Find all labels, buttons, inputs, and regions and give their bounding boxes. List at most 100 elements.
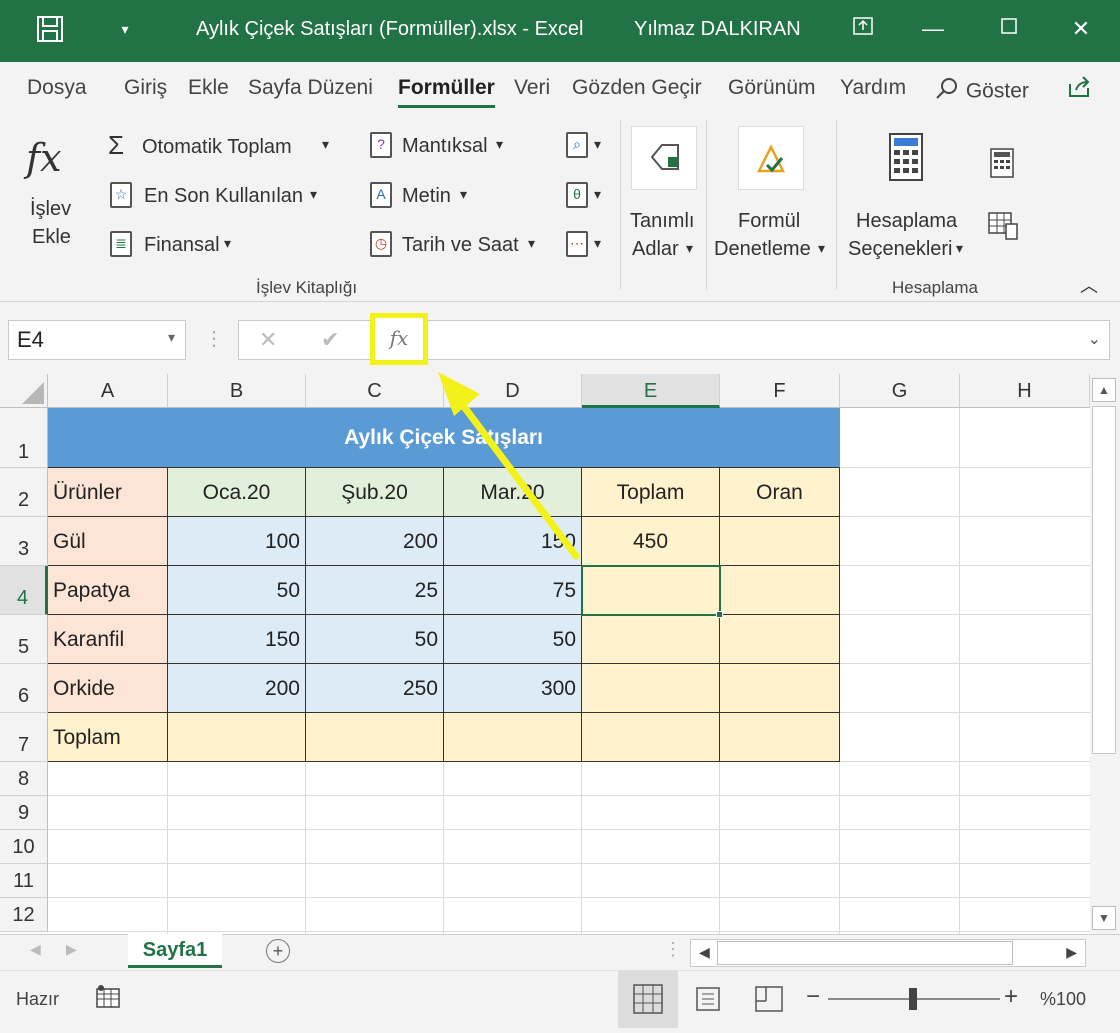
more-functions-button[interactable]: ⋯ ▾ <box>564 231 610 263</box>
tab-page-layout[interactable]: Sayfa Düzeni <box>248 76 373 100</box>
date-time-button[interactable]: ◷ Tarih ve Saat ▾ <box>366 231 546 263</box>
zoom-level[interactable]: %100 <box>1040 989 1086 1010</box>
accessibility-icon[interactable] <box>94 983 122 1016</box>
row-header-4[interactable]: 4 <box>0 566 48 615</box>
splitter-icon[interactable]: ⋮ <box>664 939 682 960</box>
cell-f2[interactable]: Oran <box>720 468 840 517</box>
ribbon-display-options-icon[interactable] <box>848 14 878 46</box>
autosum-button[interactable]: Σ Otomatik Toplam ▾ <box>106 130 346 164</box>
add-sheet-icon[interactable]: + <box>266 939 290 963</box>
cell-e7[interactable] <box>582 713 720 762</box>
quick-access-dropdown-icon[interactable]: ▾ <box>110 14 140 44</box>
insert-function-button[interactable]: fx İşlev Ekle <box>18 130 84 260</box>
row-header-3[interactable]: 3 <box>0 517 48 566</box>
tab-file[interactable]: Dosya <box>27 76 87 100</box>
zoom-slider-thumb[interactable] <box>909 988 917 1010</box>
user-name[interactable]: Yılmaz DALKIRAN <box>634 18 801 41</box>
select-all-corner[interactable] <box>0 374 48 408</box>
name-box[interactable]: E4 ▾ <box>8 320 186 360</box>
cell-a6[interactable]: Orkide <box>48 664 168 713</box>
scroll-up-icon[interactable]: ▲ <box>1092 378 1116 402</box>
cell-a7[interactable]: Toplam <box>48 713 168 762</box>
column-header-f[interactable]: F <box>720 374 840 408</box>
enter-icon[interactable]: ✔ <box>321 327 339 353</box>
minimize-icon[interactable]: — <box>918 14 948 44</box>
sheet-next-icon[interactable]: ▶ <box>66 941 77 958</box>
cell-f3[interactable] <box>720 517 840 566</box>
cell-e6[interactable] <box>582 664 720 713</box>
formula-auditing-button[interactable]: Formül Denetleme ▾ <box>712 124 832 264</box>
row-header-9[interactable]: 9 <box>0 796 48 830</box>
cell-c4[interactable]: 25 <box>306 566 444 615</box>
tab-insert[interactable]: Ekle <box>188 76 229 100</box>
cell-c7[interactable] <box>306 713 444 762</box>
logical-button[interactable]: ? Mantıksal ▾ <box>366 132 516 164</box>
defined-names-button[interactable]: Tanımlı Adlar ▾ <box>628 124 700 264</box>
scroll-right-icon[interactable]: ▶ <box>1066 944 1077 961</box>
cell-b3[interactable]: 100 <box>168 517 306 566</box>
sheet-prev-icon[interactable]: ◀ <box>30 941 41 958</box>
row-header-10[interactable]: 10 <box>0 830 48 864</box>
cell-c5[interactable]: 50 <box>306 615 444 664</box>
expand-formula-bar-icon[interactable]: ⌄ <box>1088 329 1101 349</box>
scroll-down-icon[interactable]: ▼ <box>1092 906 1116 930</box>
page-layout-view-icon[interactable] <box>694 985 722 1018</box>
row-header-6[interactable]: 6 <box>0 664 48 713</box>
financial-button[interactable]: ≣ Finansal ▾ <box>106 231 266 263</box>
row-header-5[interactable]: 5 <box>0 615 48 664</box>
row-header-8[interactable]: 8 <box>0 762 48 796</box>
cell-d7[interactable] <box>444 713 582 762</box>
text-button[interactable]: A Metin ▾ <box>366 182 486 214</box>
cell-d6[interactable]: 300 <box>444 664 582 713</box>
cell-e3[interactable]: 450 <box>582 517 720 566</box>
column-header-h[interactable]: H <box>960 374 1090 408</box>
tab-help[interactable]: Yardım <box>840 76 906 100</box>
save-icon[interactable] <box>32 14 68 52</box>
cell-b2[interactable]: Oca.20 <box>168 468 306 517</box>
sheet-tab-sayfa1[interactable]: Sayfa1 <box>128 934 222 968</box>
row-header-11[interactable]: 11 <box>0 864 48 898</box>
normal-view-icon[interactable] <box>618 971 678 1028</box>
collapse-ribbon-icon[interactable]: ︿ <box>1080 272 1098 298</box>
tab-home[interactable]: Giriş <box>124 76 167 100</box>
row-header-12[interactable]: 12 <box>0 898 48 932</box>
cell-b6[interactable]: 200 <box>168 664 306 713</box>
drag-handle-icon[interactable]: ⋮ <box>204 326 224 351</box>
math-trig-button[interactable]: θ ▾ <box>564 182 610 214</box>
recently-used-button[interactable]: ☆ En Son Kullanılan ▾ <box>106 182 346 214</box>
cell-d4[interactable]: 75 <box>444 566 582 615</box>
horizontal-scroll-thumb[interactable] <box>717 941 1013 965</box>
column-header-b[interactable]: B <box>168 374 306 408</box>
zoom-out-icon[interactable]: − <box>806 983 820 1011</box>
cell-f4[interactable] <box>720 566 840 615</box>
cell-e2[interactable]: Toplam <box>582 468 720 517</box>
cell-f7[interactable] <box>720 713 840 762</box>
cell-a4[interactable]: Papatya <box>48 566 168 615</box>
tab-data[interactable]: Veri <box>514 76 550 100</box>
share-icon[interactable] <box>1064 72 1098 106</box>
cancel-icon[interactable]: ✕ <box>259 327 277 353</box>
calculate-sheet-icon[interactable] <box>988 212 1018 245</box>
horizontal-scrollbar[interactable]: ◀ ▶ <box>690 939 1086 967</box>
cell-a5[interactable]: Karanfil <box>48 615 168 664</box>
column-header-a[interactable]: A <box>48 374 168 408</box>
page-break-view-icon[interactable] <box>754 985 784 1018</box>
cell-d5[interactable]: 50 <box>444 615 582 664</box>
maximize-icon[interactable] <box>994 14 1024 44</box>
tab-review[interactable]: Gözden Geçir <box>572 76 702 100</box>
row-header-1[interactable]: 1 <box>0 408 48 468</box>
tell-me-search[interactable]: Göster <box>934 76 1029 108</box>
cell-a3[interactable]: Gül <box>48 517 168 566</box>
cell-b7[interactable] <box>168 713 306 762</box>
row-header-2[interactable]: 2 <box>0 468 48 517</box>
cell-c6[interactable]: 250 <box>306 664 444 713</box>
cell-f6[interactable] <box>720 664 840 713</box>
formula-input[interactable]: ✕ ✔ ⌄ <box>238 320 1110 360</box>
vertical-scrollbar[interactable]: ▲ ▼ <box>1090 374 1120 934</box>
row-header-7[interactable]: 7 <box>0 713 48 762</box>
calculate-now-icon[interactable] <box>990 148 1014 183</box>
zoom-in-icon[interactable]: + <box>1004 983 1018 1011</box>
close-icon[interactable]: ✕ <box>1066 14 1096 44</box>
cell-b5[interactable]: 150 <box>168 615 306 664</box>
cell-f5[interactable] <box>720 615 840 664</box>
